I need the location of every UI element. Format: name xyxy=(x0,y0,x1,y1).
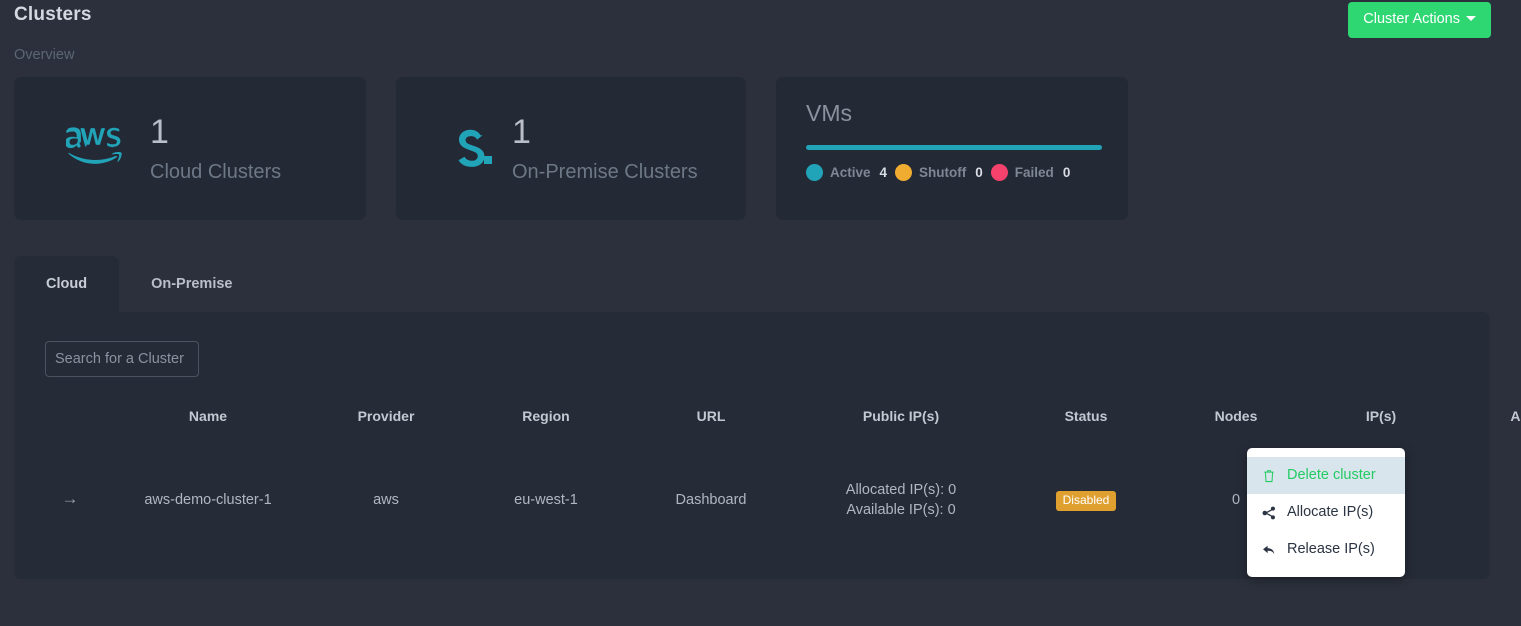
cluster-row-actions-menu: Delete cluster Allocate IP(s) Release IP… xyxy=(1247,448,1405,577)
cluster-actions-label: Cluster Actions xyxy=(1363,11,1460,27)
onpremise-clusters-label: On-Premise Clusters xyxy=(512,160,698,183)
cell-public-ips: Allocated IP(s): 0 Available IP(s): 0 xyxy=(796,435,1006,520)
vms-legend-item-active: Active 4 xyxy=(806,164,895,181)
vms-legend-failed-value: 0 xyxy=(1062,165,1071,180)
menu-item-allocate-ips-label: Allocate IP(s) xyxy=(1287,504,1374,520)
status-badge: Disabled xyxy=(1055,490,1117,511)
cluster-actions-button[interactable]: Cluster Actions xyxy=(1348,2,1491,38)
cluster-tabs: Cloud On-Premise xyxy=(14,256,1507,312)
cell-provider: aws xyxy=(373,492,399,508)
menu-item-release-ips-label: Release IP(s) xyxy=(1287,541,1375,557)
failed-status-dot xyxy=(990,164,1008,181)
column-header-region: Region xyxy=(522,408,570,424)
cloud-clusters-label: Cloud Clusters xyxy=(150,160,282,183)
onpremise-clusters-count: 1 xyxy=(512,112,531,151)
column-header-ips: IP(s) xyxy=(1365,408,1397,424)
cell-status: Disabled xyxy=(1006,435,1166,520)
page-title: Clusters xyxy=(14,4,92,25)
trash-icon xyxy=(1261,469,1276,483)
vms-legend: Active 4 Shutoff 0 Failed 0 xyxy=(806,164,1102,181)
available-ips-text: Available IP(s): 0 xyxy=(846,502,956,518)
table-header-row: Name Provider Region URL Public IP(s) St… xyxy=(30,408,1521,435)
menu-item-delete-cluster[interactable]: Delete cluster xyxy=(1247,457,1405,494)
chevron-down-icon xyxy=(1466,16,1476,21)
cell-actions[interactable] xyxy=(1456,435,1521,520)
summary-cards-row: 1 Cloud Clusters 1 On-Premise Clusters V… xyxy=(0,77,1521,220)
vms-legend-item-failed: Failed 0 xyxy=(990,164,1079,181)
overview-label: Overview xyxy=(14,47,75,63)
column-header-actions: Actions xyxy=(1510,408,1521,424)
row-expand-cell[interactable]: → xyxy=(30,435,110,520)
column-header-url: URL xyxy=(696,408,726,424)
tab-cloud[interactable]: Cloud xyxy=(14,256,120,312)
cell-name: aws-demo-cluster-1 xyxy=(144,492,272,508)
column-header-blank xyxy=(30,408,110,435)
vms-progress-bar xyxy=(806,145,1102,150)
arrow-right-icon[interactable]: → xyxy=(62,489,79,508)
onpremise-clusters-card: 1 On-Premise Clusters xyxy=(396,77,746,220)
cloud-clusters-count: 1 xyxy=(150,112,169,151)
vms-legend-active-label: Active xyxy=(830,165,871,180)
search-input[interactable] xyxy=(45,341,199,377)
cell-region: eu-west-1 xyxy=(514,492,578,508)
cloud-clusters-card: 1 Cloud Clusters xyxy=(14,77,366,220)
shutoff-status-dot xyxy=(895,164,913,181)
active-status-dot xyxy=(806,164,823,181)
menu-item-allocate-ips[interactable]: Allocate IP(s) xyxy=(1247,494,1405,531)
column-header-public-ips: Public IP(s) xyxy=(862,408,940,424)
menu-item-release-ips[interactable]: Release IP(s) xyxy=(1247,531,1405,568)
share-icon xyxy=(1261,506,1276,520)
allocated-ips-text: Allocated IP(s): 0 xyxy=(845,482,957,498)
column-header-status: Status xyxy=(1064,408,1108,424)
sunstone-s-logo-icon xyxy=(448,124,498,174)
vms-legend-shutoff-value: 0 xyxy=(975,165,983,180)
column-header-nodes: Nodes xyxy=(1214,408,1258,424)
vms-legend-shutoff-label: Shutoff xyxy=(919,165,967,180)
tab-on-premise[interactable]: On-Premise xyxy=(119,256,264,312)
column-header-provider: Provider xyxy=(357,408,415,424)
vms-card: VMs Active 4 Shutoff 0 Failed 0 xyxy=(776,77,1128,220)
vms-legend-active-value: 4 xyxy=(879,165,888,180)
vms-legend-failed-label: Failed xyxy=(1014,165,1054,180)
page-header: Clusters Overview Cluster Actions xyxy=(0,0,1521,64)
cell-url-dashboard-link[interactable]: Dashboard xyxy=(626,435,796,520)
vms-card-title: VMs xyxy=(806,100,852,126)
menu-item-delete-cluster-label: Delete cluster xyxy=(1287,467,1376,483)
aws-logo-icon xyxy=(65,125,136,172)
column-header-name: Name xyxy=(188,408,228,424)
reply-icon xyxy=(1261,543,1276,557)
vms-legend-item-shutoff: Shutoff 0 xyxy=(895,164,991,181)
